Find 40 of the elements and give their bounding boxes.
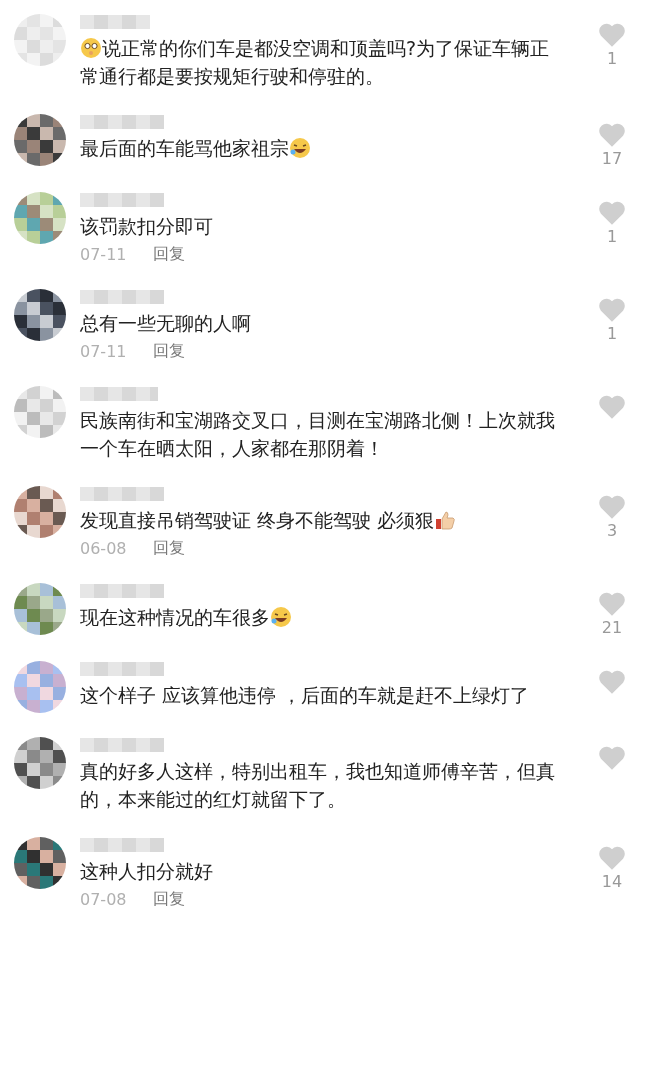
reply-button[interactable]: 回复: [152, 538, 185, 559]
comment-text: 总有一些无聊的人啊: [80, 311, 252, 336]
like-count: 21: [601, 618, 623, 637]
thumbs-up-icon: [434, 509, 457, 531]
heart-icon[interactable]: [598, 669, 626, 694]
comment-date: 07-08: [80, 890, 127, 909]
heart-icon[interactable]: [598, 22, 626, 47]
comment-text: 这个样子 应该算他违停 ，后面的车就是赶不上绿灯了: [80, 683, 531, 708]
reply-button[interactable]: 回复: [152, 244, 185, 265]
comment-date: 07-11: [80, 342, 127, 361]
like-count: 3: [606, 521, 618, 540]
comment-text: 该罚款扣分即可: [80, 214, 214, 239]
blurred-username: [80, 14, 150, 30]
comment-text: 说正常的你们车是都没空调和顶盖吗?为了保证车辆正常通行都是要按规矩行驶和停驻的。: [80, 36, 551, 89]
heart-icon[interactable]: [598, 745, 626, 770]
comment-date: 06-08: [80, 539, 127, 558]
heart-icon[interactable]: [598, 200, 626, 225]
comment-text: 最后面的车能骂他家祖宗: [80, 134, 563, 162]
comment-text: 民族南街和宝湖路交叉口，目测在宝湖路北侧！上次就我一个车在晒太阳，人家都在那阴着！: [80, 408, 556, 461]
like-count: 1: [606, 49, 618, 68]
comment-text: 这种人扣分就好: [80, 859, 214, 884]
reply-button[interactable]: 回复: [152, 341, 185, 362]
comment-date: 07-11: [80, 245, 127, 264]
pleading-emoji-icon: [80, 37, 102, 59]
laughing-emoji-icon: [270, 606, 292, 628]
laughing-emoji-icon: [289, 137, 311, 159]
like-count: 14: [601, 872, 623, 891]
comment-text: 现在这种情况的车很多: [80, 603, 563, 631]
heart-icon[interactable]: [598, 122, 626, 147]
heart-icon[interactable]: [598, 494, 626, 519]
comment-text: 发现直接吊销驾驶证 终身不能驾驶 必须狠: [80, 506, 563, 534]
like-count: 1: [606, 324, 618, 343]
heart-icon[interactable]: [598, 845, 626, 870]
heart-icon[interactable]: [598, 591, 626, 616]
reply-button[interactable]: 回复: [152, 889, 185, 910]
heart-icon[interactable]: [598, 394, 626, 419]
comment-text: 真的好多人这样，特别出租车，我也知道师傅辛苦，但真的，本来能过的红灯就留下了。: [80, 759, 556, 812]
like-count: 17: [601, 149, 623, 168]
heart-icon[interactable]: [598, 297, 626, 322]
like-count: 1: [606, 227, 618, 246]
